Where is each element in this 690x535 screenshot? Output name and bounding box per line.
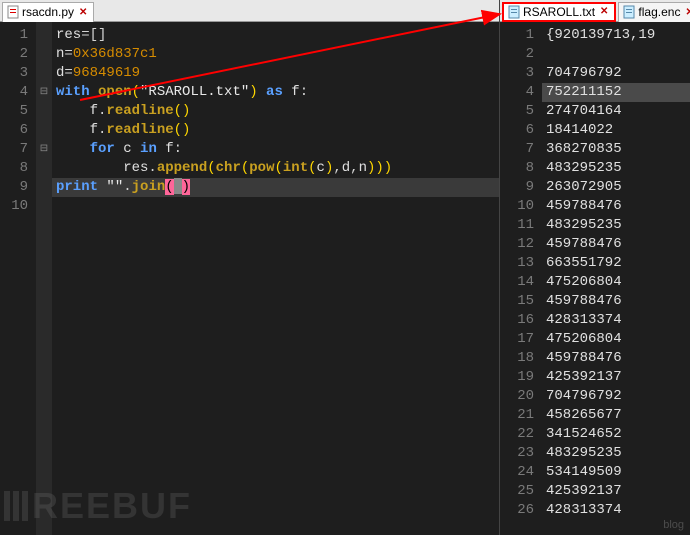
text-line[interactable]: 263072905 xyxy=(542,178,690,197)
fold-gutter: ⊟ ⊟ xyxy=(36,22,52,535)
left-editor-panel: rsacdn.py ✕ 1 2 3 4 5 6 7 8 9 10 ⊟ xyxy=(0,0,500,535)
right-code-area[interactable]: 1234567891011121314151617181920212223242… xyxy=(500,22,690,535)
close-icon[interactable]: ✕ xyxy=(598,6,610,17)
text-line[interactable]: 752211152 xyxy=(542,83,690,102)
file-python-icon xyxy=(7,5,19,19)
text-line[interactable]: 663551792 xyxy=(542,254,690,273)
tab-label: RSAROLL.txt xyxy=(523,5,595,19)
text-line[interactable]: 483295235 xyxy=(542,444,690,463)
text-line[interactable]: 458265677 xyxy=(542,406,690,425)
text-line[interactable]: 483295235 xyxy=(542,159,690,178)
text-line[interactable]: 18414022 xyxy=(542,121,690,140)
close-icon[interactable]: ✕ xyxy=(683,7,690,18)
text-line[interactable]: 341524652 xyxy=(542,425,690,444)
file-txt-icon xyxy=(508,5,520,19)
left-tab-bar: rsacdn.py ✕ xyxy=(0,0,499,22)
text-line[interactable]: 274704164 xyxy=(542,102,690,121)
text-line[interactable]: 704796792 xyxy=(542,64,690,83)
text-line[interactable]: 704796792 xyxy=(542,387,690,406)
text-line[interactable]: 534149509 xyxy=(542,463,690,482)
text-line[interactable]: {920139713,19 xyxy=(542,26,690,45)
tab-label: rsacdn.py xyxy=(22,5,74,19)
text-line[interactable]: 459788476 xyxy=(542,292,690,311)
text-line[interactable]: 475206804 xyxy=(542,273,690,292)
text-line[interactable]: 428313374 xyxy=(542,501,690,520)
left-code-area[interactable]: 1 2 3 4 5 6 7 8 9 10 ⊟ ⊟ xyxy=(0,22,499,535)
line-number-gutter: 1234567891011121314151617181920212223242… xyxy=(500,22,542,535)
code-line[interactable]: d=96849619 xyxy=(52,64,499,83)
text-content[interactable]: {920139713,19704796792752211152274704164… xyxy=(542,22,690,535)
tab-label: flag.enc xyxy=(638,5,680,19)
code-line[interactable]: f.readline() xyxy=(52,102,499,121)
text-line[interactable]: 425392137 xyxy=(542,368,690,387)
line-number-gutter: 1 2 3 4 5 6 7 8 9 10 xyxy=(0,22,36,535)
text-line[interactable]: 428313374 xyxy=(542,311,690,330)
file-txt-icon xyxy=(623,5,635,19)
code-content[interactable]: res=[] n=0x36d837c1 d=96849619 with open… xyxy=(52,22,499,535)
text-cursor xyxy=(174,178,182,194)
tab-rsacdn-py[interactable]: rsacdn.py ✕ xyxy=(2,2,94,22)
text-line[interactable]: 425392137 xyxy=(542,482,690,501)
right-tab-bar: RSAROLL.txt ✕ flag.enc ✕ xyxy=(500,0,690,22)
code-line[interactable]: for c in f: xyxy=(52,140,499,159)
fold-toggle[interactable]: ⊟ xyxy=(36,83,52,102)
close-icon[interactable]: ✕ xyxy=(77,7,89,18)
code-line[interactable]: f.readline() xyxy=(52,121,499,140)
tab-rsaroll-txt[interactable]: RSAROLL.txt ✕ xyxy=(502,2,616,22)
code-line-current[interactable]: print "".join() xyxy=(52,178,499,197)
fold-toggle[interactable]: ⊟ xyxy=(36,140,52,159)
text-line[interactable]: 459788476 xyxy=(542,197,690,216)
text-line[interactable]: 475206804 xyxy=(542,330,690,349)
code-line[interactable]: n=0x36d837c1 xyxy=(52,45,499,64)
code-line[interactable]: res.append(chr(pow(int(c),d,n))) xyxy=(52,159,499,178)
code-line[interactable]: res=[] xyxy=(52,26,499,45)
text-line[interactable]: 459788476 xyxy=(542,349,690,368)
text-line[interactable]: 368270835 xyxy=(542,140,690,159)
text-line[interactable]: 483295235 xyxy=(542,216,690,235)
text-line[interactable]: 459788476 xyxy=(542,235,690,254)
text-line[interactable] xyxy=(542,45,690,64)
code-line[interactable]: with open("RSAROLL.txt") as f: xyxy=(52,83,499,102)
tab-flag-enc[interactable]: flag.enc ✕ xyxy=(618,2,690,22)
right-editor-panel: RSAROLL.txt ✕ flag.enc ✕ 123456789101112… xyxy=(500,0,690,535)
